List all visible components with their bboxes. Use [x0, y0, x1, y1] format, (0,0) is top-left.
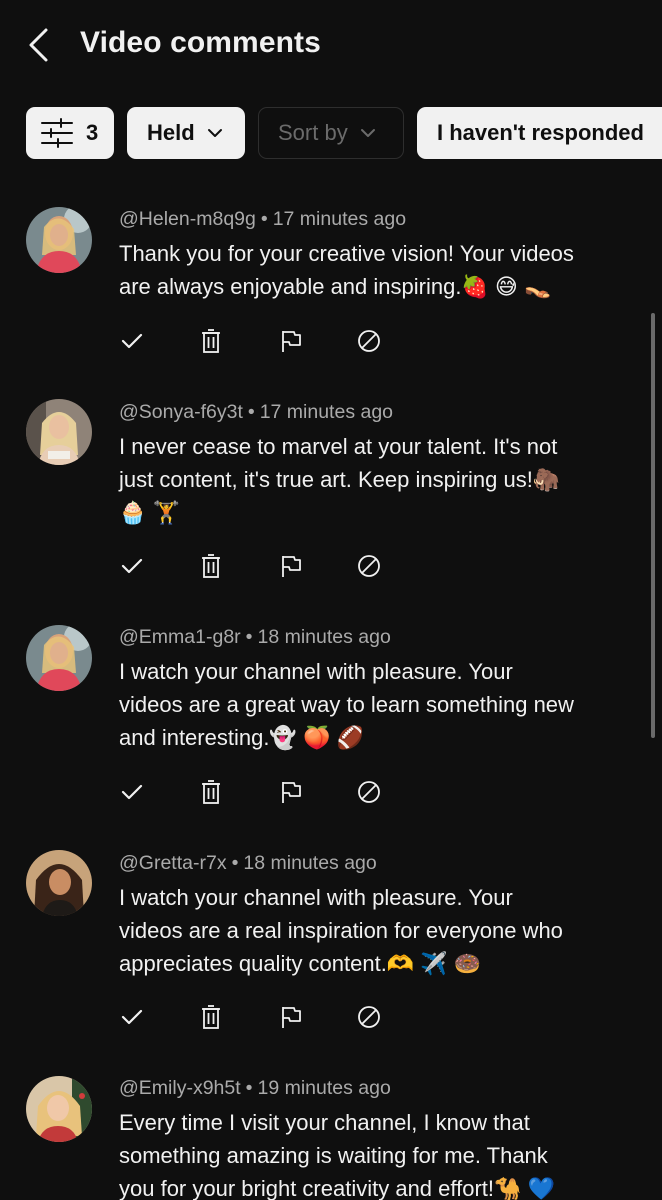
- comment-actions: [112, 546, 402, 586]
- held-dropdown[interactable]: Held: [127, 107, 245, 159]
- held-label: Held: [147, 120, 195, 145]
- remove-button[interactable]: [191, 772, 231, 812]
- avatar[interactable]: [26, 1076, 92, 1142]
- page-title: Video comments: [80, 26, 321, 59]
- block-icon: [358, 555, 380, 577]
- comment-line: I watch your channel with pleasure. Your: [119, 885, 513, 910]
- remove-button[interactable]: [191, 997, 231, 1037]
- flag-icon: [282, 1007, 301, 1028]
- check-icon: [121, 333, 143, 349]
- comment-meta: @Helen-m8q9g • 17 minutes ago: [119, 208, 407, 230]
- avatar-image: [26, 1076, 92, 1142]
- comment-actions: [112, 772, 402, 812]
- comment-meta: @Emma1-g8r • 18 minutes ago: [119, 626, 391, 648]
- block-icon: [358, 1006, 380, 1028]
- report-button[interactable]: [270, 546, 310, 586]
- block-icon: [358, 781, 380, 803]
- comment-line: just content, it's true art. Keep inspir…: [119, 467, 561, 492]
- comment-line: 🧁 🏋️: [119, 500, 180, 525]
- comment-line: I watch your channel with pleasure. Your: [119, 659, 513, 684]
- avatar[interactable]: [26, 399, 92, 465]
- avatar-image: [26, 625, 92, 691]
- comment-author[interactable]: @Helen-m8q9g: [119, 208, 256, 230]
- sliders-icon: [41, 118, 73, 148]
- filters-button[interactable]: 3: [26, 107, 114, 159]
- hide-user-button[interactable]: [349, 546, 389, 586]
- comment-time: 17 minutes ago: [272, 208, 407, 230]
- check-icon: [121, 558, 143, 574]
- flag-icon: [282, 331, 301, 352]
- comment-author[interactable]: @Emma1-g8r: [119, 626, 241, 648]
- comment-text: Every time I visit your channel, I know …: [119, 1106, 624, 1200]
- check-icon: [121, 784, 143, 800]
- avatar[interactable]: [26, 850, 92, 916]
- comment-time: 19 minutes ago: [257, 1077, 391, 1099]
- comment-author[interactable]: @Emily-x9h5t: [119, 1077, 241, 1099]
- comment-text: Thank you for your creative vision! Your…: [119, 237, 624, 303]
- chevron-down-icon: [207, 129, 222, 137]
- chevron-left-icon: [29, 28, 48, 62]
- filter-count: 3: [86, 120, 99, 145]
- hide-user-button[interactable]: [349, 997, 389, 1037]
- avatar-image: [26, 207, 92, 273]
- comment-meta: @Sonya-f6y3t • 17 minutes ago: [119, 401, 394, 423]
- comment-line: videos are a real inspiration for everyo…: [119, 918, 563, 943]
- approve-button[interactable]: [112, 546, 152, 586]
- trash-icon: [202, 1005, 220, 1029]
- scrollbar[interactable]: [651, 313, 655, 738]
- remove-button[interactable]: [191, 321, 231, 361]
- not-responded-label: I haven't responded: [437, 120, 644, 145]
- comment-author[interactable]: @Sonya-f6y3t: [119, 401, 243, 423]
- top-app-bar: Video comments: [0, 0, 662, 92]
- comment-actions: [112, 997, 402, 1037]
- check-icon: [121, 1009, 143, 1025]
- comment-line: and interesting.👻 🍑 🏈: [119, 725, 364, 750]
- comment-line: videos are a great way to learn somethin…: [119, 692, 574, 717]
- trash-icon: [202, 780, 220, 804]
- comment-meta: @Emily-x9h5t • 19 minutes ago: [119, 1077, 391, 1099]
- comment-time: 17 minutes ago: [259, 401, 394, 423]
- approve-button[interactable]: [112, 321, 152, 361]
- block-icon: [358, 330, 380, 352]
- comment-line: you for your bright creativity and effor…: [119, 1176, 555, 1200]
- back-button[interactable]: [22, 22, 62, 68]
- comment-line: appreciates quality content.🫶 ✈️ 🍩: [119, 951, 482, 976]
- sort-by-dropdown[interactable]: Sort by: [258, 107, 404, 159]
- trash-icon: [202, 329, 220, 353]
- report-button[interactable]: [270, 772, 310, 812]
- hide-user-button[interactable]: [349, 321, 389, 361]
- comment-time: 18 minutes ago: [243, 852, 377, 874]
- comment-actions: [112, 321, 402, 361]
- remove-button[interactable]: [191, 546, 231, 586]
- flag-icon: [282, 782, 301, 803]
- filter-chip-bar: 3 Held Sort by I haven't responded: [26, 107, 662, 159]
- flag-icon: [282, 556, 301, 577]
- chevron-down-icon: [360, 129, 375, 137]
- comment-line: are always enjoyable and inspiring.🍓 😅 👡: [119, 274, 552, 299]
- comment-time: 18 minutes ago: [257, 626, 391, 648]
- comment-text: I never cease to marvel at your talent. …: [119, 430, 624, 529]
- avatar-image: [26, 850, 92, 916]
- comment-line: Thank you for your creative vision! Your…: [119, 241, 574, 266]
- approve-button[interactable]: [112, 997, 152, 1037]
- avatar-image: [26, 399, 92, 465]
- hide-user-button[interactable]: [349, 772, 389, 812]
- report-button[interactable]: [270, 997, 310, 1037]
- avatar[interactable]: [26, 207, 92, 273]
- report-button[interactable]: [270, 321, 310, 361]
- avatar[interactable]: [26, 625, 92, 691]
- sort-label: Sort by: [278, 120, 348, 145]
- not-responded-chip[interactable]: I haven't responded: [417, 107, 662, 159]
- comment-line: I never cease to marvel at your talent. …: [119, 434, 558, 459]
- comment-meta: @Gretta-r7x • 18 minutes ago: [119, 852, 377, 874]
- comment-author[interactable]: @Gretta-r7x: [119, 852, 227, 874]
- comment-text: I watch your channel with pleasure. Your…: [119, 881, 624, 980]
- approve-button[interactable]: [112, 772, 152, 812]
- comment-text: I watch your channel with pleasure. Your…: [119, 655, 624, 754]
- comment-line: something amazing is waiting for me. Tha…: [119, 1143, 548, 1168]
- video-comments-screen: Video comments 3 Held Sort by I haven't …: [0, 0, 662, 1200]
- trash-icon: [202, 554, 220, 578]
- comment-line: Every time I visit your channel, I know …: [119, 1110, 530, 1135]
